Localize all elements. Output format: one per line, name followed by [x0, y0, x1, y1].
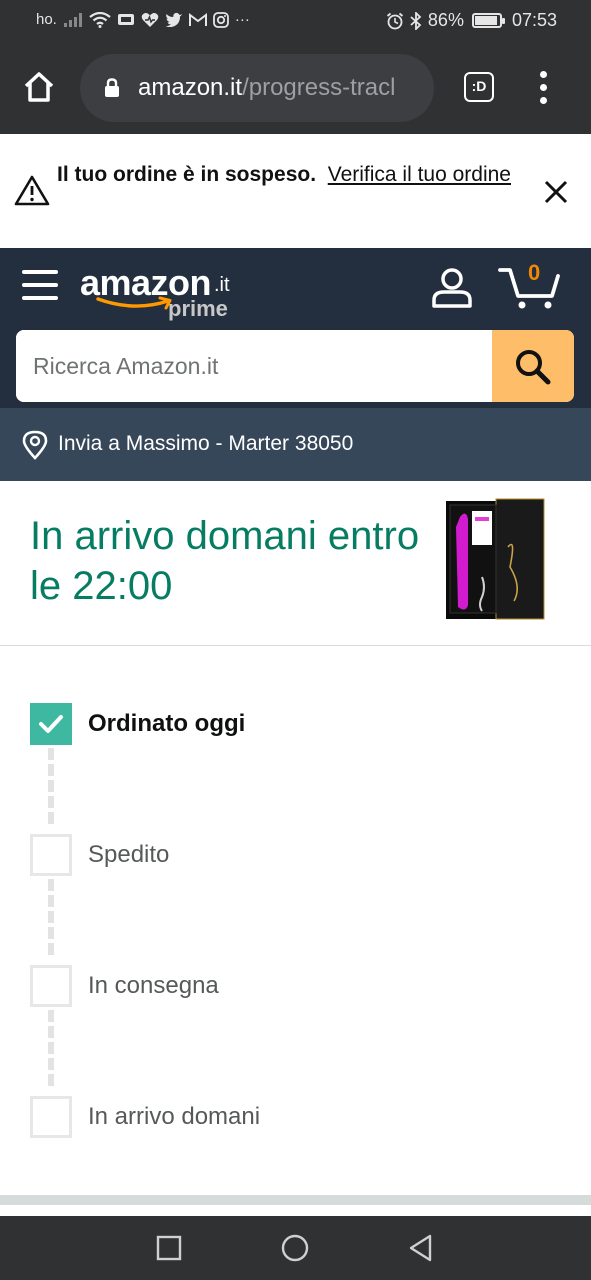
step-label: In consegna [88, 972, 219, 999]
url-text: amazon.it/progress-tracl [138, 74, 395, 102]
logo-tld: .it [214, 274, 230, 296]
step-connector [48, 1010, 54, 1086]
twitter-icon [165, 12, 182, 27]
alert-message: Il tuo ordine è in sospeso. [57, 163, 317, 186]
carrier-label: ho. [36, 11, 57, 28]
order-alert-banner: Il tuo ordine è in sospeso. Verifica il … [0, 134, 591, 248]
step-connector [48, 748, 54, 824]
home-nav-icon[interactable] [279, 1232, 311, 1264]
tab-switcher-button[interactable]: :D [464, 72, 494, 102]
logo-prime: prime [168, 296, 228, 321]
more-icon: ··· [234, 11, 250, 28]
wifi-icon [89, 11, 111, 28]
close-icon[interactable] [540, 176, 572, 208]
cart-button[interactable]: 0 [498, 260, 562, 312]
battery-percent: 86% [427, 10, 464, 30]
url-bar[interactable]: amazon.it/progress-tracl [80, 54, 434, 122]
tracker-step: Ordinato oggi [30, 703, 560, 747]
system-nav-bar [0, 1216, 591, 1280]
step-label: Spedito [88, 841, 170, 868]
url-path: /progress-tracl [242, 74, 396, 101]
warning-icon [14, 175, 50, 206]
status-left: ho. ··· [36, 11, 250, 28]
gmail-icon [188, 12, 207, 26]
search-button[interactable] [492, 330, 574, 402]
location-pin-icon [22, 430, 48, 460]
step-label: In arrivo domani [88, 1103, 261, 1130]
cart-count: 0 [528, 260, 541, 285]
search-icon [516, 350, 551, 385]
deliver-to-bar[interactable]: Invia a Massimo - Marter 38050 [0, 408, 591, 481]
battery-fill [474, 16, 498, 25]
bluetooth-icon [410, 11, 422, 30]
step-label: Ordinato oggi [88, 710, 246, 737]
signal-icon [63, 12, 82, 27]
progress-tracker: Ordinato oggi Spedito In consegna In arr… [0, 647, 591, 1195]
battery-icon [471, 13, 505, 28]
step-checkbox [30, 965, 72, 1007]
section-divider [0, 1195, 591, 1205]
tracker-step: Spedito [30, 834, 560, 878]
dropbox-icon [117, 14, 134, 25]
status-right: 86% 07:53 [386, 10, 557, 31]
instagram-icon [212, 11, 229, 28]
logo-smile-icon [96, 296, 172, 310]
back-icon[interactable] [405, 1232, 437, 1264]
tracker-step: In arrivo domani [30, 1096, 560, 1140]
lock-icon [105, 78, 119, 97]
tracker-step: In consegna [30, 965, 560, 1009]
step-checkbox [30, 1096, 72, 1138]
step-checkbox [30, 834, 72, 876]
product-image[interactable] [444, 497, 546, 621]
browser-menu-icon[interactable] [536, 70, 552, 106]
search-input[interactable] [16, 330, 492, 402]
alert-text: Il tuo ordine è in sospeso. Verifica il … [57, 158, 527, 192]
arrival-title: In arrivo domani entro le 22:00 [30, 514, 420, 608]
hamburger-menu-icon[interactable] [22, 270, 58, 300]
deliver-to-text: Invia a Massimo - Marter 38050 [58, 432, 354, 455]
clock: 07:53 [511, 10, 557, 30]
step-checkbox [30, 703, 72, 745]
checkmark-icon [39, 715, 63, 733]
home-icon[interactable] [18, 66, 60, 108]
account-icon[interactable] [430, 266, 474, 310]
search-bar [16, 330, 574, 402]
delivery-status: In arrivo domani entro le 22:00 [0, 481, 591, 646]
health-icon [141, 12, 159, 27]
alarm-icon [386, 12, 403, 29]
status-bar: ho. ··· 86% 07:53 [0, 0, 591, 42]
amazon-header: amazon .it prime 0 [0, 248, 591, 408]
recent-apps-icon[interactable] [153, 1232, 185, 1264]
amazon-logo[interactable]: amazon .it prime [80, 262, 240, 322]
url-domain: amazon.it [138, 74, 243, 101]
browser-toolbar: amazon.it/progress-tracl :D [0, 42, 591, 134]
step-connector [48, 879, 54, 955]
verify-order-link[interactable]: Verifica il tuo ordine [328, 163, 511, 186]
